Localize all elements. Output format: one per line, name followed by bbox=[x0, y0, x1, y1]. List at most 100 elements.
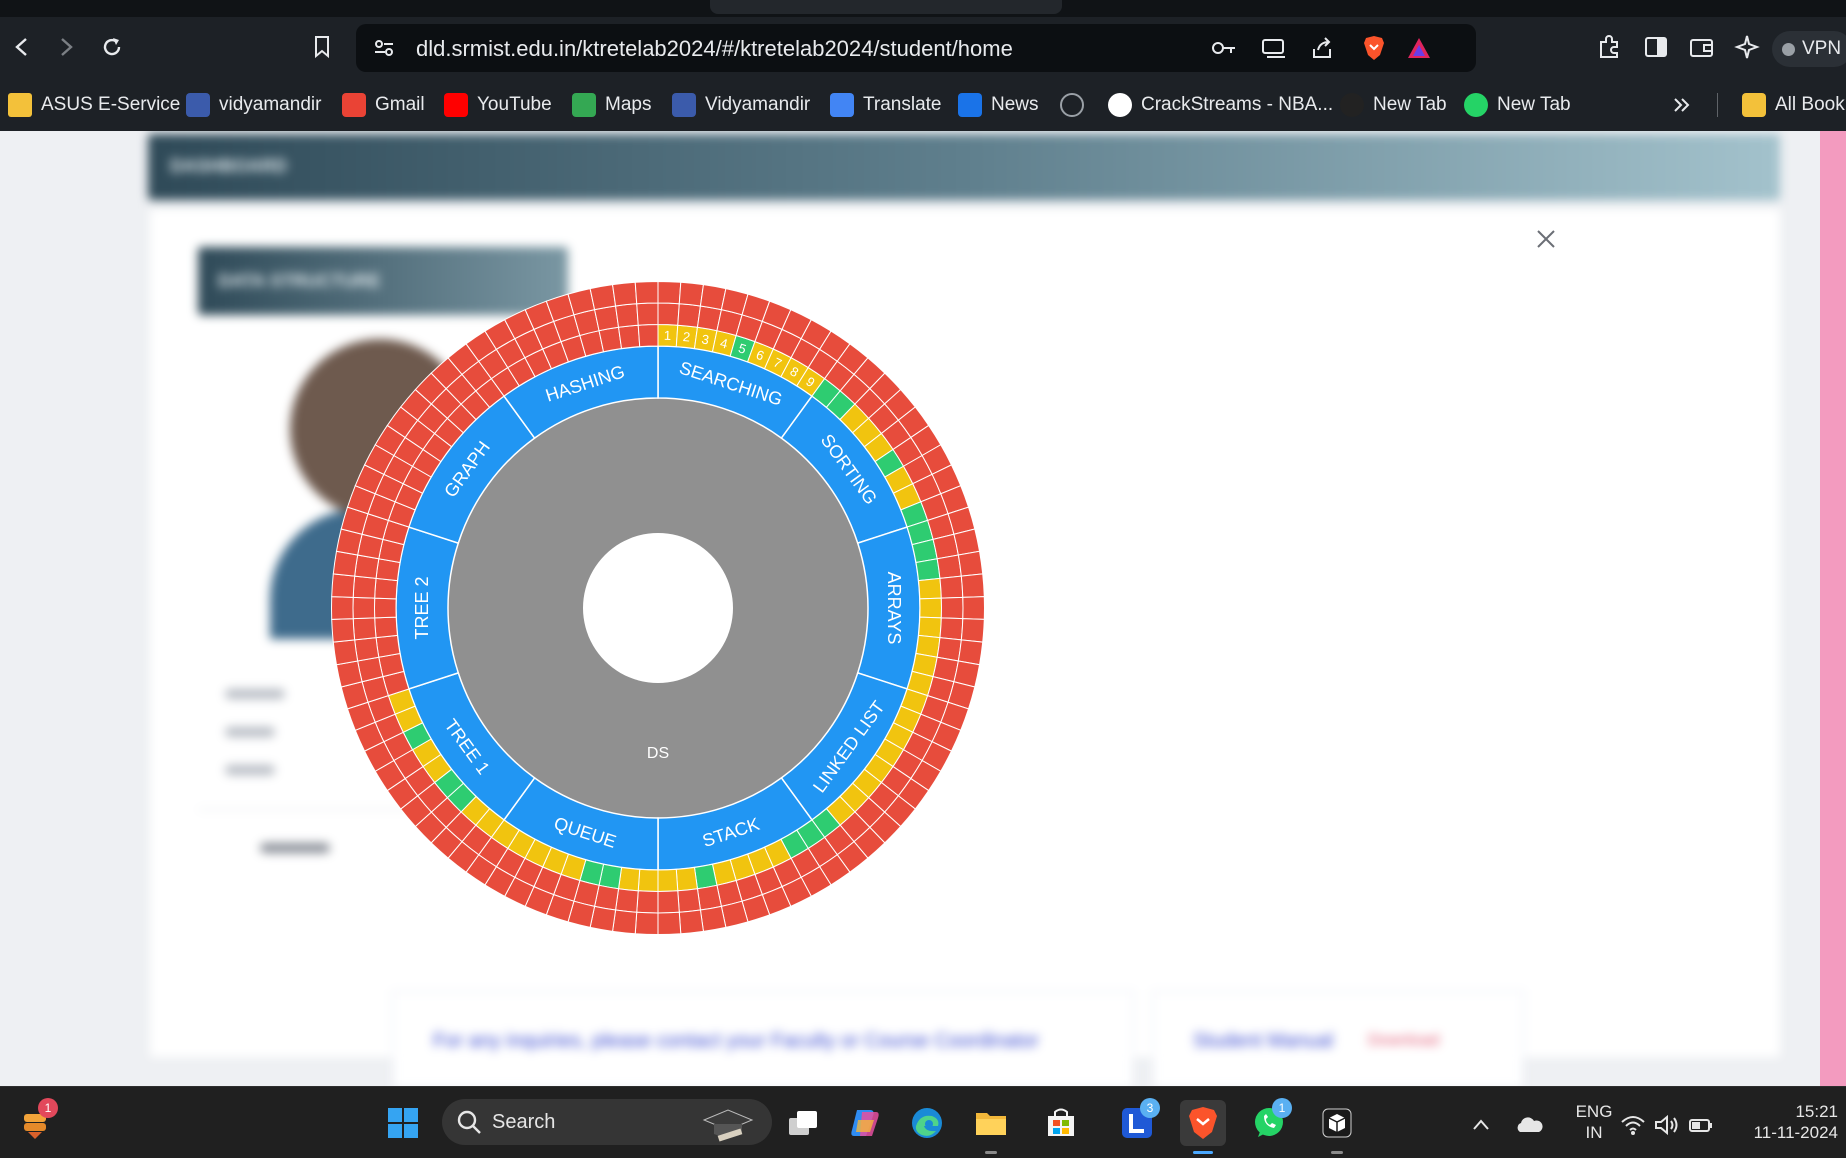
bookmark-item[interactable]: New Tab bbox=[1340, 91, 1447, 119]
back-button[interactable] bbox=[2, 27, 42, 67]
bookmark-item[interactable]: Vidyamandir bbox=[672, 91, 810, 119]
volume-button[interactable] bbox=[1652, 1102, 1682, 1148]
taskbar-app-file-explorer[interactable] bbox=[968, 1100, 1014, 1154]
onedrive-button[interactable] bbox=[1506, 1102, 1552, 1148]
question-cell[interactable] bbox=[611, 281, 638, 307]
taskbar-app-copilot[interactable] bbox=[842, 1100, 888, 1146]
bookmark-item[interactable]: Maps bbox=[572, 91, 651, 119]
taskbar-app-l-app[interactable]: 3 bbox=[1114, 1098, 1160, 1146]
battery-button[interactable] bbox=[1686, 1102, 1716, 1148]
language-indicator[interactable]: ENG IN bbox=[1564, 1101, 1624, 1143]
question-cell[interactable] bbox=[614, 303, 639, 328]
more-bookmarks-button[interactable] bbox=[1672, 91, 1692, 119]
question-cell[interactable] bbox=[957, 550, 984, 577]
question-cell[interactable] bbox=[918, 616, 942, 639]
question-cell[interactable] bbox=[593, 305, 620, 332]
question-cell[interactable] bbox=[699, 905, 727, 932]
question-cell[interactable] bbox=[636, 302, 659, 326]
clock[interactable]: 15:21 11-11-2024 bbox=[1740, 1101, 1838, 1143]
taskbar-app-cube-app[interactable] bbox=[1314, 1100, 1360, 1154]
bookmark-item[interactable]: New Tab bbox=[1464, 91, 1571, 119]
bookmark-item[interactable]: Translate bbox=[830, 91, 942, 119]
question-cell[interactable] bbox=[693, 863, 718, 890]
question-cell[interactable] bbox=[657, 868, 679, 893]
share-icon[interactable] bbox=[1306, 32, 1338, 64]
question-cell[interactable] bbox=[332, 639, 359, 666]
question-cell[interactable] bbox=[939, 575, 964, 599]
wifi-button[interactable] bbox=[1618, 1102, 1648, 1148]
question-cell[interactable] bbox=[374, 616, 398, 639]
question-cell[interactable] bbox=[677, 888, 702, 913]
bookmark-item[interactable]: News bbox=[958, 91, 1039, 119]
question-cell[interactable] bbox=[953, 528, 981, 556]
bookmark-item[interactable]: ASUS E-Service bbox=[8, 91, 180, 119]
question-cell[interactable] bbox=[352, 596, 376, 620]
question-cell[interactable] bbox=[915, 558, 941, 582]
show-hidden-icons-button[interactable] bbox=[1458, 1102, 1504, 1148]
question-cell[interactable] bbox=[960, 573, 985, 598]
question-cell[interactable] bbox=[940, 596, 964, 620]
close-button[interactable] bbox=[1529, 222, 1563, 256]
all-bookmarks-button[interactable]: All Bookr bbox=[1742, 91, 1846, 119]
bookmark-item[interactable]: CrackStreams - NBA... bbox=[1108, 91, 1333, 119]
bookmark-button[interactable] bbox=[302, 27, 342, 67]
question-cell[interactable] bbox=[637, 323, 659, 348]
question-cell[interactable] bbox=[939, 617, 964, 641]
question-cell[interactable] bbox=[598, 326, 623, 353]
brave-shields-icon[interactable] bbox=[1358, 32, 1390, 64]
question-cell[interactable] bbox=[678, 909, 705, 935]
bookmark-item[interactable] bbox=[1060, 91, 1093, 119]
question-cell[interactable] bbox=[331, 618, 356, 643]
question-cell[interactable] bbox=[677, 303, 702, 328]
question-cell[interactable] bbox=[919, 597, 942, 619]
wallet-button[interactable] bbox=[1682, 27, 1722, 67]
extensions-button[interactable] bbox=[1590, 27, 1630, 67]
question-cell[interactable] bbox=[678, 281, 705, 307]
bookmark-item[interactable]: YouTube bbox=[444, 91, 552, 119]
question-cell[interactable] bbox=[657, 890, 680, 914]
question-cell[interactable] bbox=[962, 596, 985, 620]
question-cell[interactable] bbox=[352, 575, 377, 599]
question-cell[interactable] bbox=[936, 554, 962, 579]
question-cell[interactable] bbox=[634, 911, 659, 936]
forward-button[interactable] bbox=[46, 27, 86, 67]
question-cell[interactable] bbox=[634, 280, 659, 305]
reload-button[interactable] bbox=[92, 27, 132, 67]
student-manual-link[interactable]: Student Manual bbox=[1193, 1030, 1333, 1053]
question-cell[interactable] bbox=[375, 634, 401, 658]
url-text[interactable]: dld.srmist.edu.in/ktretelab2024/#/ktrete… bbox=[416, 36, 1013, 62]
sidebar-button[interactable] bbox=[1636, 27, 1676, 67]
question-cell[interactable] bbox=[657, 302, 680, 326]
question-cell[interactable] bbox=[675, 866, 699, 892]
question-cell[interactable] bbox=[352, 617, 377, 641]
question-cell[interactable] bbox=[636, 890, 659, 914]
question-cell[interactable] bbox=[354, 637, 380, 662]
taskbar-app-brave[interactable] bbox=[1180, 1100, 1226, 1154]
taskbar-app-whatsapp[interactable]: 1 bbox=[1246, 1098, 1292, 1146]
active-tab[interactable] bbox=[710, 0, 1062, 14]
download-link[interactable]: Download bbox=[1368, 1032, 1439, 1050]
leo-ai-button[interactable] bbox=[1727, 27, 1767, 67]
question-cell[interactable] bbox=[331, 573, 356, 598]
question-cell[interactable] bbox=[589, 284, 617, 311]
question-cell[interactable] bbox=[611, 909, 638, 935]
question-cell[interactable] bbox=[657, 911, 682, 936]
question-cell[interactable] bbox=[332, 550, 359, 577]
taskbar-app-widgets[interactable]: 1 bbox=[12, 1098, 58, 1146]
taskbar-app-microsoft-store[interactable] bbox=[1038, 1100, 1084, 1146]
question-cell[interactable] bbox=[374, 577, 398, 600]
taskbar-app-start[interactable] bbox=[380, 1100, 426, 1146]
question-cell[interactable] bbox=[957, 639, 984, 666]
taskbar-app-edge[interactable] bbox=[904, 1100, 950, 1146]
question-cell[interactable] bbox=[637, 868, 659, 893]
install-app-icon[interactable] bbox=[1258, 32, 1290, 64]
taskbar-app-task-view[interactable] bbox=[780, 1100, 826, 1146]
question-cell[interactable] bbox=[918, 577, 942, 600]
question-cell[interactable] bbox=[331, 596, 354, 620]
bookmark-item[interactable]: Gmail bbox=[342, 91, 425, 119]
vpn-button[interactable]: VPN bbox=[1772, 31, 1846, 67]
bookmark-item[interactable]: vidyamandir bbox=[186, 91, 321, 119]
question-cell[interactable] bbox=[617, 866, 641, 892]
taskbar-search[interactable]: Search bbox=[442, 1099, 772, 1145]
question-cell[interactable] bbox=[657, 280, 682, 305]
